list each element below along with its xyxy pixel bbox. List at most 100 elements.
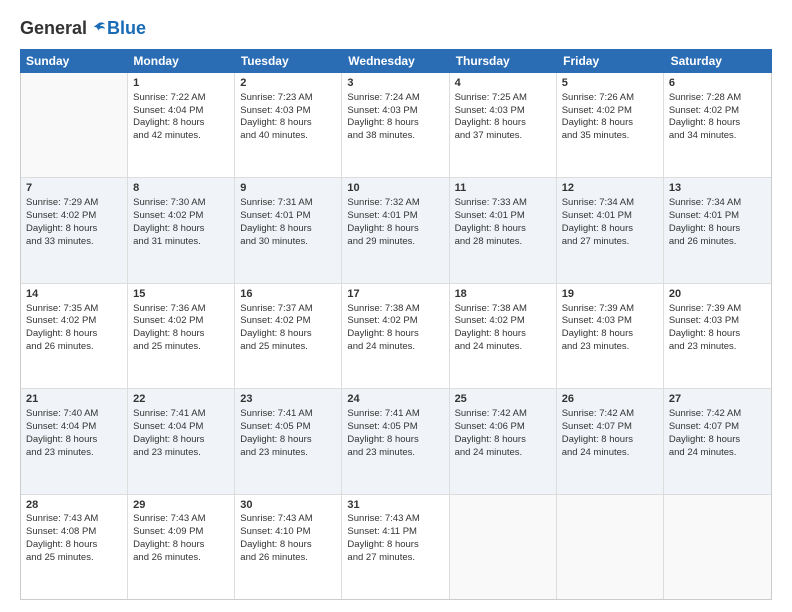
day-info: and 23 minutes. <box>133 447 229 460</box>
day-info: and 26 minutes. <box>133 552 229 565</box>
calendar-week-1: 1Sunrise: 7:22 AMSunset: 4:04 PMDaylight… <box>21 73 771 178</box>
day-info: and 34 minutes. <box>669 130 766 143</box>
day-info: Sunrise: 7:23 AM <box>240 92 336 105</box>
day-number: 13 <box>669 181 766 196</box>
day-info: Sunrise: 7:43 AM <box>26 513 122 526</box>
header-day-monday: Monday <box>127 49 234 73</box>
day-number: 1 <box>133 76 229 91</box>
day-number: 23 <box>240 392 336 407</box>
day-info: and 31 minutes. <box>133 236 229 249</box>
day-info: Daylight: 8 hours <box>26 539 122 552</box>
day-info: and 25 minutes. <box>26 552 122 565</box>
day-info: Sunrise: 7:41 AM <box>240 408 336 421</box>
day-info: Daylight: 8 hours <box>240 328 336 341</box>
day-info: Sunrise: 7:41 AM <box>133 408 229 421</box>
day-info: Sunrise: 7:33 AM <box>455 197 551 210</box>
calendar-cell: 31Sunrise: 7:43 AMSunset: 4:11 PMDayligh… <box>342 495 449 599</box>
day-number: 11 <box>455 181 551 196</box>
day-number: 29 <box>133 498 229 513</box>
day-info: Sunset: 4:03 PM <box>455 105 551 118</box>
logo: General Blue <box>20 18 146 39</box>
calendar-cell: 12Sunrise: 7:34 AMSunset: 4:01 PMDayligh… <box>557 178 664 282</box>
day-info: Sunset: 4:02 PM <box>133 315 229 328</box>
day-info: Sunrise: 7:42 AM <box>669 408 766 421</box>
day-info: and 24 minutes. <box>562 447 658 460</box>
calendar-cell: 16Sunrise: 7:37 AMSunset: 4:02 PMDayligh… <box>235 284 342 388</box>
day-info: and 23 minutes. <box>669 341 766 354</box>
day-info: and 24 minutes. <box>455 341 551 354</box>
day-number: 28 <box>26 498 122 513</box>
day-info: Daylight: 8 hours <box>347 117 443 130</box>
calendar-week-3: 14Sunrise: 7:35 AMSunset: 4:02 PMDayligh… <box>21 284 771 389</box>
day-number: 6 <box>669 76 766 91</box>
day-info: Daylight: 8 hours <box>26 223 122 236</box>
day-info: and 23 minutes. <box>347 447 443 460</box>
calendar-cell <box>557 495 664 599</box>
day-info: Daylight: 8 hours <box>455 223 551 236</box>
day-info: and 26 minutes. <box>240 552 336 565</box>
day-info: Sunset: 4:01 PM <box>455 210 551 223</box>
day-number: 7 <box>26 181 122 196</box>
day-info: Sunrise: 7:24 AM <box>347 92 443 105</box>
day-info: Sunrise: 7:43 AM <box>240 513 336 526</box>
calendar-header-row: SundayMondayTuesdayWednesdayThursdayFrid… <box>20 49 772 73</box>
day-info: Sunset: 4:05 PM <box>240 421 336 434</box>
calendar-cell: 14Sunrise: 7:35 AMSunset: 4:02 PMDayligh… <box>21 284 128 388</box>
day-number: 31 <box>347 498 443 513</box>
day-info: Sunset: 4:01 PM <box>669 210 766 223</box>
day-info: Sunrise: 7:39 AM <box>562 303 658 316</box>
day-info: Daylight: 8 hours <box>133 328 229 341</box>
day-info: Sunrise: 7:41 AM <box>347 408 443 421</box>
calendar-cell: 6Sunrise: 7:28 AMSunset: 4:02 PMDaylight… <box>664 73 771 177</box>
day-info: Sunset: 4:03 PM <box>562 315 658 328</box>
day-info: Sunrise: 7:29 AM <box>26 197 122 210</box>
day-info: and 25 minutes. <box>133 341 229 354</box>
day-info: Sunset: 4:02 PM <box>133 210 229 223</box>
day-info: Sunrise: 7:34 AM <box>669 197 766 210</box>
calendar-body: 1Sunrise: 7:22 AM Sunset: 4:04 PM Daylight… <box>20 73 772 600</box>
day-info: and 24 minutes. <box>669 447 766 460</box>
day-info: and 23 minutes. <box>562 341 658 354</box>
day-number: 8 <box>133 181 229 196</box>
calendar-cell: 17Sunrise: 7:38 AMSunset: 4:02 PMDayligh… <box>342 284 449 388</box>
day-info: Sunrise: 7:22 AM <box>133 92 229 105</box>
day-number: 25 <box>455 392 551 407</box>
calendar-cell: 18Sunrise: 7:38 AMSunset: 4:02 PMDayligh… <box>450 284 557 388</box>
day-info: and 23 minutes. <box>26 447 122 460</box>
day-info: Sunrise: 7:43 AM <box>133 513 229 526</box>
calendar-cell: 24Sunrise: 7:41 AMSunset: 4:05 PMDayligh… <box>342 389 449 493</box>
day-info: Daylight: 8 hours <box>133 223 229 236</box>
day-number: 20 <box>669 287 766 302</box>
day-info: Daylight: 8 hours <box>669 223 766 236</box>
day-number: 17 <box>347 287 443 302</box>
day-info: Daylight: 8 hours <box>347 539 443 552</box>
day-info: Daylight: 8 hours <box>240 223 336 236</box>
day-info: and 24 minutes. <box>455 447 551 460</box>
day-info: Daylight: 8 hours <box>26 434 122 447</box>
logo-general-text: General <box>20 18 87 39</box>
day-info: Sunrise: 7:26 AM <box>562 92 658 105</box>
day-info: Sunset: 4:02 PM <box>347 315 443 328</box>
day-info: and 28 minutes. <box>455 236 551 249</box>
day-number: 4 <box>455 76 551 91</box>
day-info: Daylight: 8 hours <box>240 117 336 130</box>
day-info: and 23 minutes. <box>240 447 336 460</box>
day-info: Daylight: 8 hours <box>26 328 122 341</box>
day-info: Sunset: 4:02 PM <box>26 315 122 328</box>
day-number: 10 <box>347 181 443 196</box>
day-info: Sunset: 4:09 PM <box>133 526 229 539</box>
calendar-cell <box>664 495 771 599</box>
header: General Blue <box>20 18 772 39</box>
calendar-cell: 9Sunrise: 7:31 AMSunset: 4:01 PMDaylight… <box>235 178 342 282</box>
day-info: Sunrise: 7:35 AM <box>26 303 122 316</box>
day-info: Sunset: 4:10 PM <box>240 526 336 539</box>
day-number: 12 <box>562 181 658 196</box>
calendar-cell: 2Sunrise: 7:23 AMSunset: 4:03 PMDaylight… <box>235 73 342 177</box>
day-info: Sunset: 4:04 PM <box>133 421 229 434</box>
calendar-cell <box>21 73 128 177</box>
day-info: Daylight: 8 hours <box>347 223 443 236</box>
calendar-cell: 28Sunrise: 7:43 AMSunset: 4:08 PMDayligh… <box>21 495 128 599</box>
calendar-cell: 23Sunrise: 7:41 AMSunset: 4:05 PMDayligh… <box>235 389 342 493</box>
day-info: Sunset: 4:11 PM <box>347 526 443 539</box>
day-info: Sunrise: 7:25 AM <box>455 92 551 105</box>
